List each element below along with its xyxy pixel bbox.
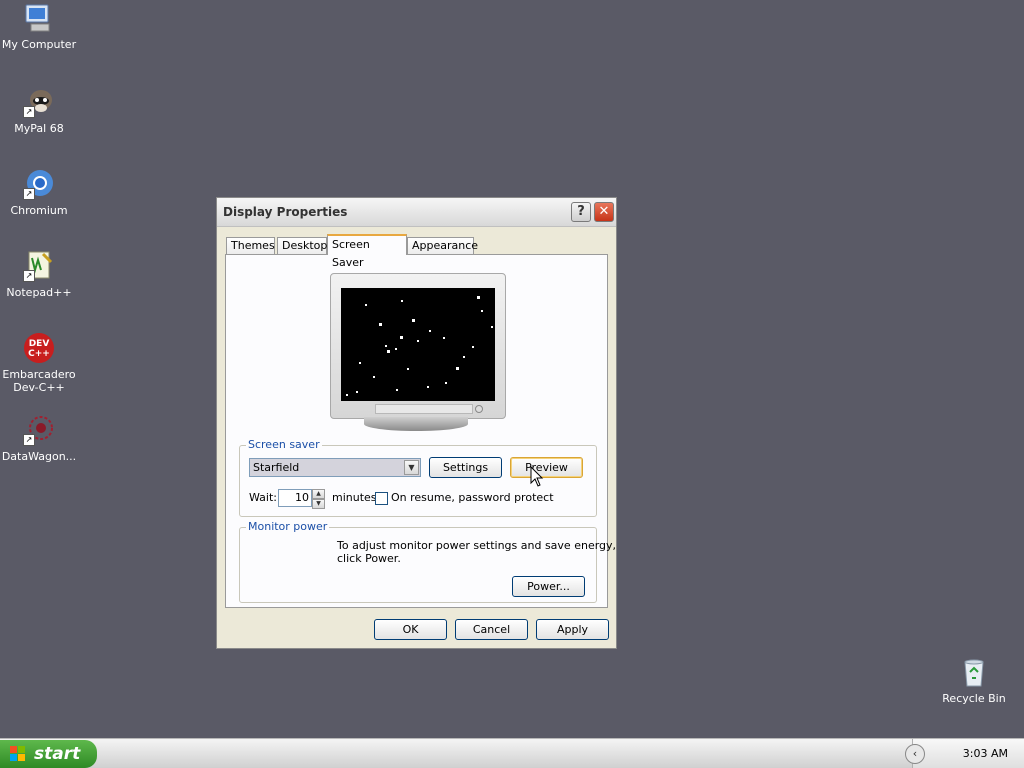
monitor-power-group-label: Monitor power (246, 520, 330, 533)
clock[interactable]: 3:03 AM (963, 747, 1008, 760)
help-button[interactable]: ? (571, 202, 591, 222)
desktop-icon-notepadpp[interactable]: ↗ Notepad++ (0, 250, 78, 299)
tab-desktop[interactable]: Desktop (277, 237, 327, 254)
desktop-icon-label: Recycle Bin (942, 692, 1006, 705)
power-button[interactable]: Power... (512, 576, 585, 597)
start-button[interactable]: start (0, 740, 97, 768)
password-protect-checkbox[interactable] (375, 492, 388, 505)
datawagon-icon: ↗ (23, 414, 55, 446)
tab-screen-saver[interactable]: Screen Saver (327, 234, 407, 269)
desktop-icon-my-computer[interactable]: My Computer (0, 2, 78, 51)
my-computer-icon (23, 2, 55, 34)
monitor-power-group: Monitor power To adjust monitor power se… (239, 520, 616, 603)
desktop-icon-mypal[interactable]: ↗ MyPal 68 (0, 86, 78, 135)
screen-saver-panel: Screen saver Starfield ▼ Settings Previe… (225, 254, 616, 608)
tab-themes[interactable]: Themes (226, 237, 275, 254)
screen-saver-select[interactable]: Starfield ▼ (249, 458, 421, 477)
start-label: start (34, 744, 81, 764)
svg-text:C++: C++ (28, 349, 50, 359)
desktop-icon-label-line1: Embarcadero (2, 368, 76, 381)
chromium-icon: ↗ (23, 168, 55, 200)
show-hidden-icons-icon[interactable]: ‹ (905, 744, 925, 764)
shortcut-arrow-icon: ↗ (23, 188, 35, 200)
apply-button[interactable]: Apply (536, 619, 609, 640)
screen-saver-group-label: Screen saver (246, 438, 322, 451)
shortcut-arrow-icon: ↗ (23, 106, 35, 118)
shortcut-arrow-icon: ↗ (23, 434, 35, 446)
chevron-down-icon[interactable]: ▼ (404, 460, 419, 475)
desktop-icon-label: My Computer (1, 38, 77, 51)
cancel-button[interactable]: Cancel (455, 619, 528, 640)
monitor-body (330, 273, 506, 419)
desktop-icon-devcpp[interactable]: DEV C++ Embarcadero Dev-C++ (0, 332, 78, 394)
dialog-title: Display Properties (223, 205, 348, 219)
desktop-icon-chromium[interactable]: ↗ Chromium (0, 168, 78, 217)
screen-saver-selected-value: Starfield (253, 461, 300, 474)
ok-button[interactable]: OK (374, 619, 447, 640)
password-protect-label[interactable]: On resume, password protect (391, 491, 554, 504)
spin-up-icon[interactable]: ▲ (312, 489, 325, 499)
notepadpp-icon: ↗ (23, 250, 55, 282)
monitor-preview (330, 273, 506, 431)
starfield-preview-screen (341, 288, 495, 401)
monitor-stand (364, 417, 468, 431)
wait-minutes-spinner[interactable]: ▲ ▼ (312, 489, 325, 509)
monitor-power-description-line2: click Power. (337, 552, 401, 565)
recycle-bin-icon (958, 656, 990, 688)
monitor-power-description-line1: To adjust monitor power settings and sav… (337, 539, 617, 552)
tab-appearance[interactable]: Appearance (407, 237, 478, 254)
desktop-icon-datawagon[interactable]: ↗ DataWagon... (0, 414, 78, 463)
monitor-power-led-icon (475, 405, 483, 413)
minutes-label: minutes (332, 491, 377, 504)
wait-minutes-input[interactable]: 10 (278, 489, 312, 507)
desktop-icon-label: Notepad++ (6, 286, 72, 299)
close-button[interactable]: ✕ (594, 202, 614, 222)
devcpp-icon: DEV C++ (23, 332, 55, 364)
dialog-titlebar[interactable]: Display Properties ? ✕ (217, 198, 616, 227)
mouse-cursor-icon (530, 466, 544, 487)
monitor-bezel-slot (375, 404, 473, 414)
settings-button[interactable]: Settings (429, 457, 502, 478)
desktop-icon-label-line2: Dev-C++ (13, 381, 65, 394)
windows-logo-icon (10, 746, 25, 761)
wait-label: Wait: (249, 491, 277, 504)
spin-down-icon[interactable]: ▼ (312, 499, 325, 509)
svg-text:DEV: DEV (29, 339, 50, 349)
shortcut-arrow-icon: ↗ (23, 270, 35, 282)
desktop-icon-recycle-bin[interactable]: Recycle Bin (935, 656, 1013, 705)
desktop-icon-label: MyPal 68 (14, 122, 64, 135)
taskbar: start ‹ 3:03 AM (0, 738, 1024, 768)
mypal-icon: ↗ (23, 86, 55, 118)
preview-button[interactable]: Preview (510, 457, 583, 478)
desktop-icon-label: Chromium (10, 204, 68, 217)
display-properties-dialog: Display Properties ? ✕ Themes Desktop Sc… (216, 197, 617, 649)
system-tray: ‹ 3:03 AM (905, 739, 1024, 768)
desktop-icon-label: DataWagon... (1, 450, 77, 463)
